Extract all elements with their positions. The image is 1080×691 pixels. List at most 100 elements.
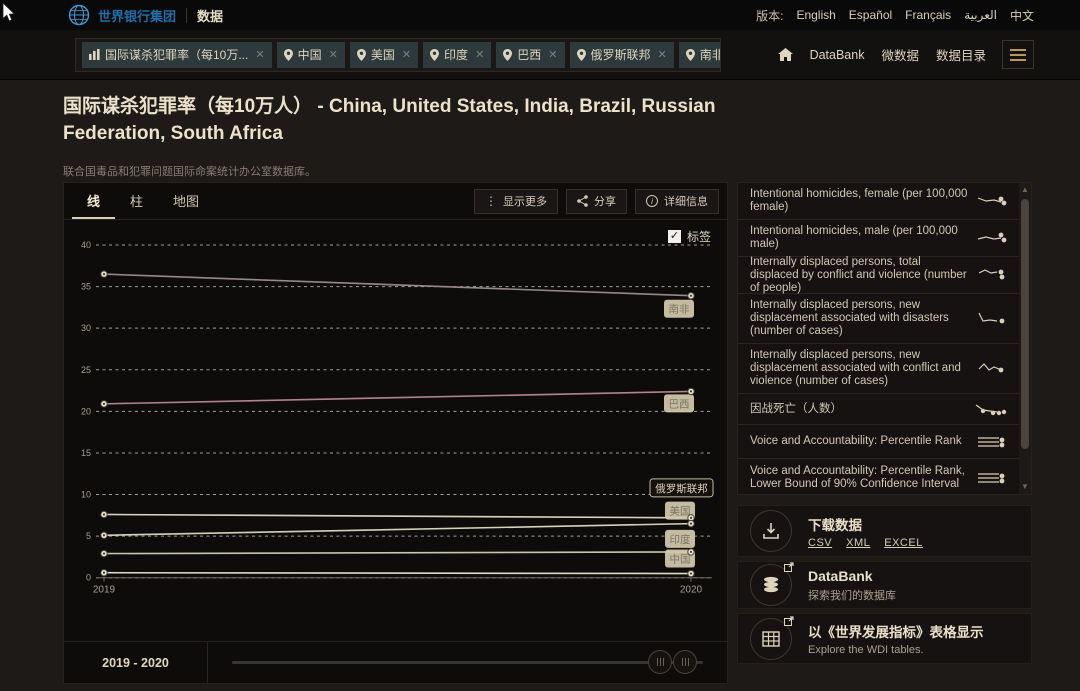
timeline-slider[interactable] bbox=[232, 661, 703, 664]
svg-text:巴西: 巴西 bbox=[669, 398, 690, 410]
show-more-label: 显示更多 bbox=[503, 193, 547, 209]
chart-panel: 线 柱 地图 ⋮ 显示更多 分享 i 详细信息 bbox=[63, 182, 728, 684]
databank-card[interactable]: DataBank 探索我们的数据库 bbox=[737, 561, 1032, 609]
kebab-icon: ⋮ bbox=[485, 195, 497, 207]
chip-close-icon[interactable]: ✕ bbox=[548, 48, 557, 61]
indicator-label: Internally displaced persons, total disp… bbox=[750, 256, 969, 295]
svg-text:0: 0 bbox=[86, 573, 91, 583]
country-chip-brazil[interactable]: 巴西 ✕ bbox=[496, 42, 564, 68]
chip-close-icon[interactable]: ✕ bbox=[255, 48, 264, 61]
line-chart[interactable]: 051015202530354020192020南非巴西俄罗斯联邦美国印度中国 bbox=[76, 231, 721, 609]
svg-text:俄罗斯联邦: 俄罗斯联邦 bbox=[655, 482, 708, 495]
list-item[interactable]: Voice and Accountability: Percentile Ran… bbox=[738, 459, 1031, 495]
worldbank-logo[interactable]: 世界银行集团 bbox=[68, 4, 176, 26]
chip-close-icon[interactable]: ✕ bbox=[475, 48, 484, 61]
external-link-icon bbox=[784, 562, 794, 572]
nav-microdata[interactable]: 微数据 bbox=[881, 45, 919, 64]
slider-handle-start[interactable] bbox=[648, 650, 672, 674]
indicator-label: 因战死亡（人数） bbox=[750, 403, 967, 416]
country-chip-russia[interactable]: 俄罗斯联邦 ✕ bbox=[570, 42, 674, 68]
svg-text:2019: 2019 bbox=[93, 585, 116, 596]
indicator-label: Internally displaced persons, new displa… bbox=[750, 299, 969, 338]
country-chip-usa[interactable]: 美国 ✕ bbox=[350, 42, 418, 68]
databank-title[interactable]: DataBank bbox=[808, 568, 896, 584]
lang-arabic[interactable]: العربية bbox=[964, 8, 997, 22]
share-icon bbox=[577, 195, 588, 207]
list-item[interactable]: Internally displaced persons, new displa… bbox=[738, 344, 1031, 394]
details-button[interactable]: i 详细信息 bbox=[635, 189, 719, 214]
wdi-card[interactable]: 以《世界发展指标》表格显示 Explore the WDI tables. bbox=[737, 613, 1032, 664]
csv-link[interactable]: CSV bbox=[808, 537, 832, 549]
tab-line[interactable]: 线 bbox=[72, 183, 115, 219]
nav-databank[interactable]: DataBank bbox=[810, 48, 865, 62]
menu-icon[interactable] bbox=[1002, 40, 1034, 69]
secondary-nav: DataBank 微数据 数据目录 bbox=[778, 45, 986, 64]
sparkline-icon bbox=[977, 434, 1007, 450]
logo-text: 世界银行集团 bbox=[98, 6, 176, 25]
labels-checkbox[interactable]: ✓ 标签 bbox=[668, 228, 711, 245]
search-input[interactable]: 国际谋杀犯罪率（每10万... ✕ 中国 ✕ 美国 ✕ 印度 ✕ 巴西 bbox=[75, 38, 721, 72]
sparkline-icon bbox=[975, 401, 1007, 417]
list-item[interactable]: Internally displaced persons, new displa… bbox=[738, 294, 1031, 344]
database-icon bbox=[750, 564, 792, 606]
show-more-button[interactable]: ⋮ 显示更多 bbox=[474, 189, 558, 214]
version-label: 版本: bbox=[756, 7, 783, 24]
chip-label: 巴西 bbox=[517, 46, 541, 63]
download-title: 下载数据 bbox=[808, 514, 923, 534]
country-chip-southafrica[interactable]: 南非 ✕ bbox=[679, 42, 721, 68]
list-item[interactable]: Intentional homicides, female (per 100,0… bbox=[738, 183, 1031, 220]
chart-actions: ⋮ 显示更多 分享 i 详细信息 bbox=[474, 183, 719, 219]
share-label: 分享 bbox=[594, 193, 616, 209]
lang-english[interactable]: English bbox=[796, 8, 835, 22]
pin-icon bbox=[503, 49, 512, 61]
lang-chinese[interactable]: 中文 bbox=[1010, 7, 1034, 24]
svg-text:10: 10 bbox=[81, 490, 91, 500]
list-item[interactable]: 因战死亡（人数） bbox=[738, 394, 1031, 425]
share-button[interactable]: 分享 bbox=[566, 189, 627, 214]
top-header: 世界银行集团 数据 版本: English Español Français ا… bbox=[0, 0, 1080, 30]
sparkline-icon bbox=[977, 470, 1007, 486]
search-bar-row: 国际谋杀犯罪率（每10万... ✕ 中国 ✕ 美国 ✕ 印度 ✕ 巴西 bbox=[0, 30, 1080, 80]
databank-page: 世界银行集团 数据 版本: English Español Français ا… bbox=[0, 0, 1080, 691]
databank-subtitle: 探索我们的数据库 bbox=[808, 587, 896, 603]
labels-checkbox-label: 标签 bbox=[687, 228, 711, 245]
svg-text:25: 25 bbox=[81, 365, 91, 375]
indicator-label: Intentional homicides, male (per 100,000… bbox=[750, 225, 969, 251]
svg-text:35: 35 bbox=[81, 282, 91, 292]
download-card: 下载数据 CSV XML EXCEL bbox=[737, 505, 1032, 557]
svg-text:2020: 2020 bbox=[680, 585, 703, 596]
list-item[interactable]: Internally displaced persons, total disp… bbox=[738, 257, 1031, 294]
nav-data-catalog[interactable]: 数据目录 bbox=[936, 45, 986, 64]
scroll-down-icon[interactable]: ▼ bbox=[1019, 480, 1031, 494]
chip-close-icon[interactable]: ✕ bbox=[658, 48, 667, 61]
xml-link[interactable]: XML bbox=[846, 537, 870, 549]
chip-label: 南非 bbox=[700, 46, 721, 63]
source-note: 联合国毒品和犯罪问题国际命案统计办公室数据库。 bbox=[63, 163, 316, 179]
lang-francais[interactable]: Français bbox=[905, 8, 951, 22]
home-icon[interactable] bbox=[778, 48, 793, 61]
sparkline-icon bbox=[977, 267, 1007, 283]
list-item[interactable]: Intentional homicides, male (per 100,000… bbox=[738, 220, 1031, 257]
page-title-zh: 国际谋杀犯罪率（每10万人） bbox=[63, 96, 312, 117]
list-item[interactable]: Voice and Accountability: Percentile Ran… bbox=[738, 425, 1031, 459]
svg-text:5: 5 bbox=[86, 531, 91, 541]
data-home-link[interactable]: 数据 bbox=[197, 6, 223, 25]
tab-bar[interactable]: 柱 bbox=[115, 183, 158, 219]
action-cards: 下载数据 CSV XML EXCEL DataBank 探索我们的数据库 bbox=[737, 505, 1032, 664]
chip-close-icon[interactable]: ✕ bbox=[402, 48, 411, 61]
list-scrollbar[interactable]: ▲ ▼ bbox=[1019, 183, 1031, 494]
country-chip-china[interactable]: 中国 ✕ bbox=[277, 42, 345, 68]
scroll-up-icon[interactable]: ▲ bbox=[1019, 183, 1031, 197]
chip-label: 中国 bbox=[298, 46, 322, 63]
lang-espanol[interactable]: Español bbox=[849, 8, 892, 22]
scrollbar-thumb[interactable] bbox=[1021, 199, 1029, 449]
country-chip-india[interactable]: 印度 ✕ bbox=[423, 42, 491, 68]
checkbox-checked-icon[interactable]: ✓ bbox=[668, 230, 681, 243]
wdi-title[interactable]: 以《世界发展指标》表格显示 bbox=[808, 621, 984, 641]
excel-link[interactable]: EXCEL bbox=[884, 537, 923, 549]
chip-close-icon[interactable]: ✕ bbox=[329, 48, 338, 61]
tab-map[interactable]: 地图 bbox=[158, 183, 214, 219]
indicator-chip[interactable]: 国际谋杀犯罪率（每10万... ✕ bbox=[82, 42, 272, 68]
svg-text:20: 20 bbox=[81, 406, 91, 416]
slider-handle-end[interactable] bbox=[673, 650, 697, 674]
